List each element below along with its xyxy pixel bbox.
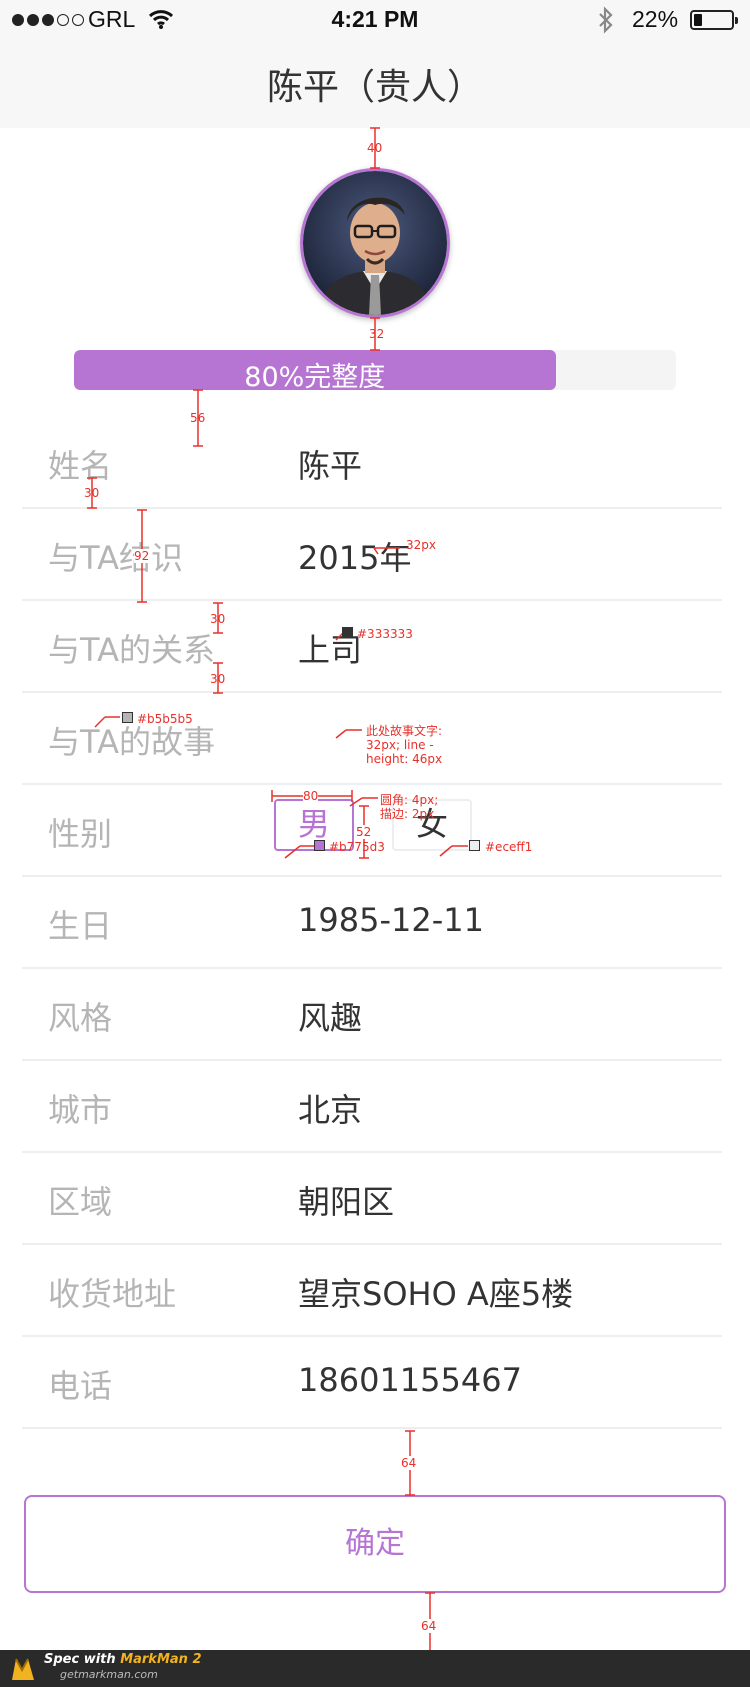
footer-prefix: Spec with (44, 1652, 121, 1667)
phone-label: 电话 (48, 1367, 113, 1405)
spec-value-color: #333333 (357, 627, 413, 641)
progress-label: 80%完整度 (244, 362, 386, 390)
footer-tagline: Spec with MarkMan 2 (44, 1652, 202, 1667)
row-address[interactable]: 收货地址 望京SOHO A座5楼 (22, 1245, 722, 1337)
battery-icon (690, 10, 738, 30)
spec-story-note-2: 32px; line - (366, 738, 434, 752)
spec-row-height: 92 (134, 549, 150, 563)
footer-url[interactable]: getmarkman.com (60, 1668, 158, 1681)
spec-relation-gap-bottom: 30 (210, 672, 226, 686)
row-phone[interactable]: 电话 18601155467 (22, 1337, 722, 1429)
row-city[interactable]: 城市 北京 (22, 1061, 722, 1153)
spec-confirm-bottom: 64 (421, 1619, 437, 1633)
page-title: 陈平（贵人） (266, 67, 483, 108)
style-value[interactable]: 风趣 (298, 993, 362, 1039)
row-relationship[interactable]: 与TA的关系 上司 (22, 601, 722, 693)
style-label: 风格 (48, 999, 113, 1037)
spec-selected-color: #b775d3 (329, 840, 385, 854)
spec-story-note-1: 此处故事文字: (366, 724, 443, 738)
spec-gender-height: 52 (356, 825, 372, 839)
relationship-label: 与TA的关系 (48, 631, 215, 669)
birthday-label: 生日 (48, 907, 113, 945)
confirm-button[interactable]: 确定 (24, 1495, 726, 1593)
footer-brand: MarkMan 2 (120, 1652, 202, 1667)
spec-avatar-bottom: 32 (369, 327, 385, 341)
row-met-since[interactable]: 与TA结识 2015年 (22, 509, 722, 601)
district-value[interactable]: 朝阳区 (298, 1177, 394, 1223)
met-since-label: 与TA结识 (48, 539, 183, 577)
row-name[interactable]: 姓名 陈平 (22, 417, 722, 509)
profile-completeness-bar: 80%完整度 (74, 350, 676, 390)
spec-relation-gap-top: 30 (210, 612, 226, 626)
spec-font-size: 32px (406, 538, 436, 552)
gender-label: 性别 (48, 815, 113, 853)
battery-percent: 22% (632, 6, 679, 32)
navigation-bar: 陈平（贵人） (0, 40, 750, 128)
district-label: 区域 (48, 1183, 113, 1221)
spec-gender-radius: 圆角: 4px; (380, 793, 439, 807)
row-district[interactable]: 区域 朝阳区 (22, 1153, 722, 1245)
met-since-value[interactable]: 2015年 (298, 533, 411, 579)
status-bar: GRL 4:21 PM 22% (0, 0, 750, 40)
markman-footer: Spec with MarkMan 2 getmarkman.com (0, 1650, 750, 1687)
city-value[interactable]: 北京 (298, 1085, 362, 1131)
avatar-photo (303, 171, 447, 315)
row-birthday[interactable]: 生日 1985-12-11 (22, 877, 722, 969)
avatar[interactable] (300, 168, 450, 318)
phone-value[interactable]: 18601155467 (298, 1361, 522, 1399)
value-color-swatch (342, 627, 353, 638)
address-value[interactable]: 望京SOHO A座5楼 (298, 1269, 573, 1315)
label-color-swatch (122, 712, 133, 723)
spec-progress-gap: 56 (190, 411, 206, 425)
spec-story-note-3: height: 46px (366, 752, 443, 766)
name-value[interactable]: 陈平 (298, 441, 362, 487)
city-label: 城市 (48, 1091, 113, 1129)
name-label: 姓名 (48, 447, 113, 485)
row-style[interactable]: 风格 风趣 (22, 969, 722, 1061)
birthday-value[interactable]: 1985-12-11 (298, 901, 484, 939)
unselected-color-swatch (469, 840, 480, 851)
spec-gender-stroke: 描边: 2px (380, 807, 435, 821)
spec-gender-width: 80 (303, 789, 319, 803)
spec-avatar-top: 40 (367, 141, 383, 155)
spec-unselected-color: #eceff1 (485, 840, 533, 854)
address-label: 收货地址 (48, 1275, 177, 1313)
spec-label-gap: 30 (84, 486, 100, 500)
spec-label-color: #b5b5b5 (137, 712, 193, 726)
bluetooth-icon (598, 6, 614, 38)
spec-confirm-top: 64 (401, 1456, 417, 1470)
row-gender: 性别 男 女 (22, 785, 722, 877)
selected-color-swatch (314, 840, 325, 851)
markman-logo-icon (10, 1656, 40, 1686)
